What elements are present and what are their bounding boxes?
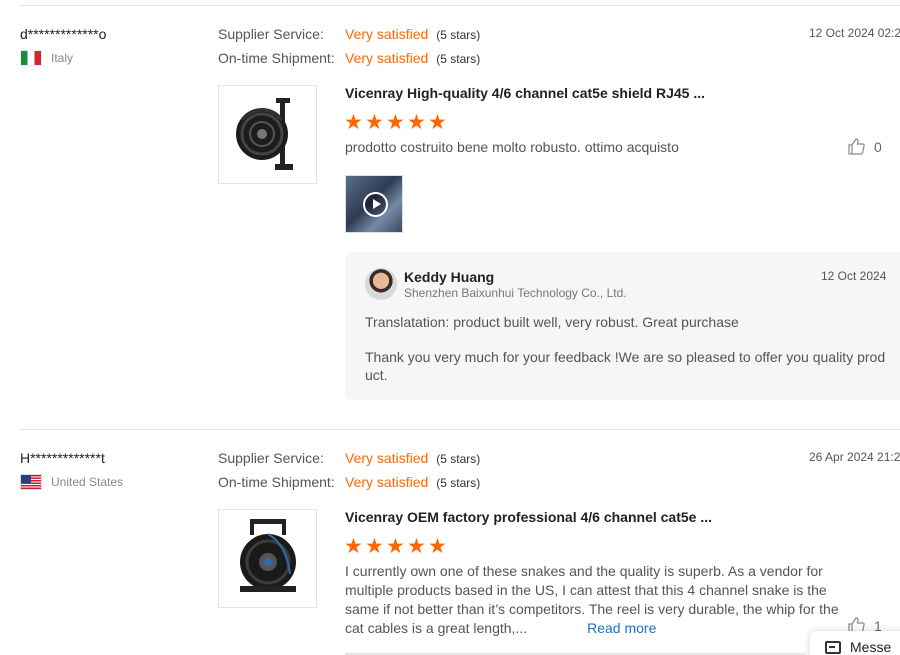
star-icon: ★ xyxy=(386,535,405,558)
supplier-reply: Keddy Huang Shenzhen Baixunhui Technolog… xyxy=(345,252,900,400)
buyer-name: d*************o xyxy=(20,26,107,42)
cable-reel-image xyxy=(235,97,293,170)
rating-stars-text: (5 stars) xyxy=(436,476,481,490)
us-flag-icon xyxy=(20,474,42,490)
rating-label: Supplier Service: xyxy=(218,450,324,466)
cable-reel-image xyxy=(239,518,296,592)
star-icon: ★ xyxy=(365,111,384,134)
supplier-service-rating: Supplier Service: Very satisfied (5 star… xyxy=(218,26,480,42)
reply-message: Thank you very much for your feedback !W… xyxy=(365,349,886,383)
buyer-country: Italy xyxy=(20,50,73,66)
star-icon: ★ xyxy=(407,535,426,558)
reply-date: 12 Oct 2024 xyxy=(821,269,887,283)
message-icon xyxy=(825,640,841,654)
buyer-name: H*************t xyxy=(20,450,105,466)
rating-label: Supplier Service: xyxy=(218,26,324,42)
review-text: I currently own one of these snakes and … xyxy=(345,562,855,638)
product-title[interactable]: Vicenray OEM factory professional 4/6 ch… xyxy=(345,509,712,525)
star-rating: ★ ★ ★ ★ ★ xyxy=(344,536,447,557)
country-label: United States xyxy=(51,475,124,489)
like-count: 0 xyxy=(874,138,882,155)
reply-translation: Translatation: product built well, very … xyxy=(365,314,739,330)
rating-stars-text: (5 stars) xyxy=(436,452,481,466)
star-icon: ★ xyxy=(344,535,363,558)
reply-company: Shenzhen Baixunhui Technology Co., Ltd. xyxy=(404,286,627,300)
buyer-country: United States xyxy=(20,474,123,490)
star-icon: ★ xyxy=(428,111,447,134)
rating-value: Very satisfied xyxy=(345,450,429,466)
star-icon: ★ xyxy=(386,111,405,134)
review-video-thumbnail[interactable] xyxy=(345,175,403,233)
star-icon: ★ xyxy=(407,111,426,134)
read-more-link[interactable]: Read more xyxy=(587,620,656,636)
review-item: H*************t United States Supplier S… xyxy=(0,424,900,655)
like-button[interactable]: 0 xyxy=(848,138,882,155)
reply-author-name: Keddy Huang xyxy=(404,269,495,285)
rating-label: On-time Shipment: xyxy=(218,474,335,490)
star-rating: ★ ★ ★ ★ ★ xyxy=(344,112,447,133)
star-icon: ★ xyxy=(365,535,384,558)
thumbs-up-icon xyxy=(848,138,865,155)
rating-value: Very satisfied xyxy=(345,26,429,42)
rating-stars-text: (5 stars) xyxy=(436,52,481,66)
review-item: d*************o Italy Supplier Service: … xyxy=(0,0,900,420)
rating-stars-text: (5 stars) xyxy=(436,28,481,42)
review-text: prodotto costruito bene molto robusto. o… xyxy=(345,139,679,155)
rating-label: On-time Shipment: xyxy=(218,50,335,66)
italy-flag-icon xyxy=(20,50,42,66)
shipment-rating: On-time Shipment: Very satisfied (5 star… xyxy=(218,474,480,490)
product-thumbnail[interactable] xyxy=(218,85,317,184)
review-date: 26 Apr 2024 21:29 xyxy=(809,450,900,464)
rating-value: Very satisfied xyxy=(345,50,429,66)
product-thumbnail[interactable] xyxy=(218,509,317,608)
shipment-rating: On-time Shipment: Very satisfied (5 star… xyxy=(218,50,480,66)
supplier-service-rating: Supplier Service: Very satisfied (5 star… xyxy=(218,450,480,466)
message-button[interactable]: Messe xyxy=(810,631,900,655)
play-icon xyxy=(363,192,388,217)
avatar xyxy=(365,268,397,300)
rating-value: Very satisfied xyxy=(345,474,429,490)
review-date: 12 Oct 2024 02:26 xyxy=(809,26,900,40)
message-label: Messe xyxy=(850,639,892,655)
product-title[interactable]: Vicenray High-quality 4/6 channel cat5e … xyxy=(345,85,705,101)
star-icon: ★ xyxy=(344,111,363,134)
star-icon: ★ xyxy=(428,535,447,558)
country-label: Italy xyxy=(51,51,74,65)
